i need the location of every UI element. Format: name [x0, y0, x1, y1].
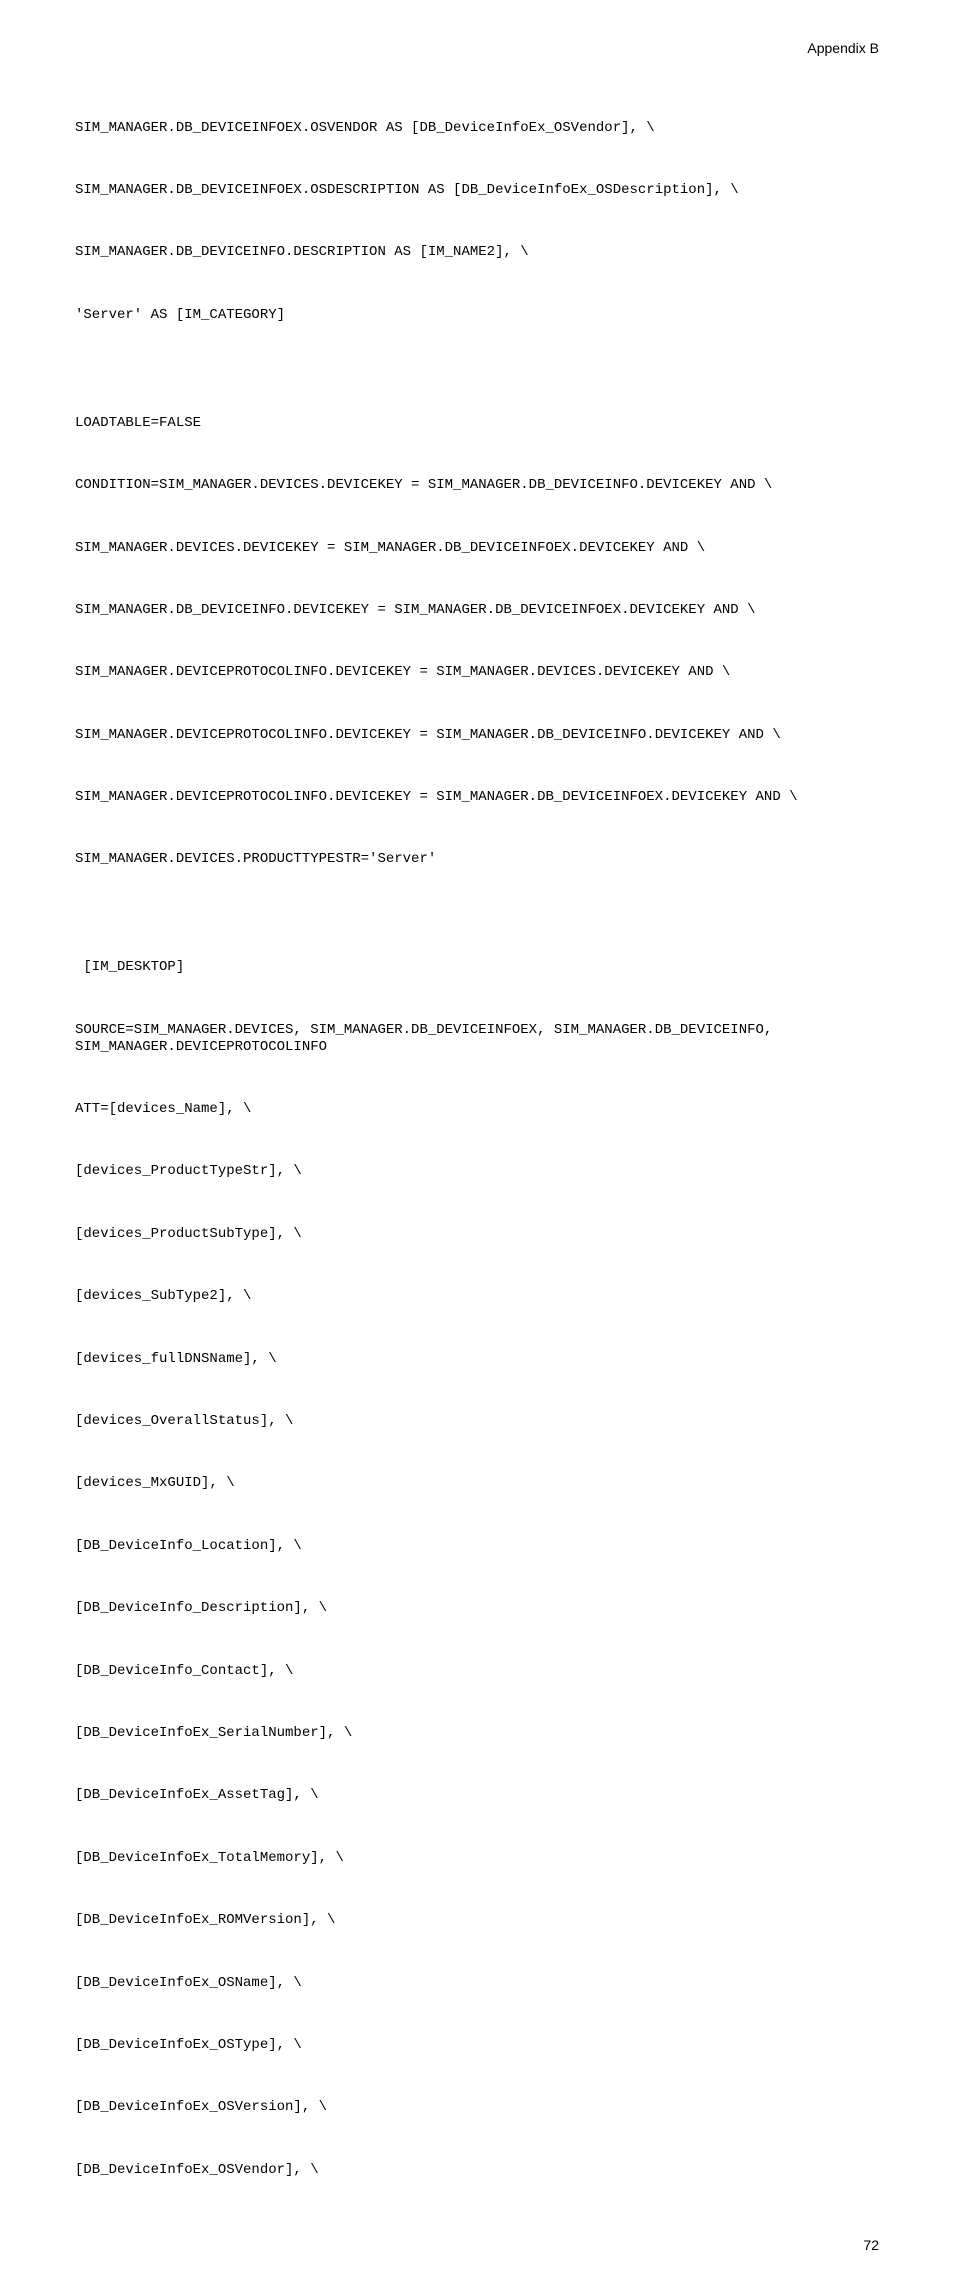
code-line: [DB_DeviceInfoEx_OSVendor], \ — [75, 2162, 879, 2179]
code-line: SIM_MANAGER.DEVICEPROTOCOLINFO.DEVICEKEY… — [75, 664, 879, 681]
page-header: Appendix B — [75, 40, 879, 56]
code-line: [devices_MxGUID], \ — [75, 1475, 879, 1492]
code-line: [DB_DeviceInfo_Location], \ — [75, 1538, 879, 1555]
code-line: 'Server' AS [IM_CATEGORY] — [75, 307, 879, 324]
code-line: [devices_OverallStatus], \ — [75, 1413, 879, 1430]
code-line: [DB_DeviceInfo_Contact], \ — [75, 1663, 879, 1680]
code-line: SIM_MANAGER.DEVICES.PRODUCTTYPESTR='Serv… — [75, 851, 879, 868]
code-line: [DB_DeviceInfoEx_OSName], \ — [75, 1975, 879, 1992]
code-line: SIM_MANAGER.DB_DEVICEINFO.DESCRIPTION AS… — [75, 244, 879, 261]
code-line: SIM_MANAGER.DB_DEVICEINFOEX.OSDESCRIPTIO… — [75, 182, 879, 199]
code-line: [DB_DeviceInfoEx_TotalMemory], \ — [75, 1850, 879, 1867]
code-line: [devices_ProductTypeStr], \ — [75, 1163, 879, 1180]
code-line: [IM_DESKTOP] — [75, 959, 879, 976]
code-line: [DB_DeviceInfoEx_SerialNumber], \ — [75, 1725, 879, 1742]
code-line: SIM_MANAGER.DEVICEPROTOCOLINFO.DEVICEKEY… — [75, 727, 879, 744]
code-line: ATT=[devices_Name], \ — [75, 1101, 879, 1118]
code-line: CONDITION=SIM_MANAGER.DEVICES.DEVICEKEY … — [75, 477, 879, 494]
code-line: [DB_DeviceInfoEx_OSType], \ — [75, 2037, 879, 2054]
code-line: [DB_DeviceInfo_Description], \ — [75, 1600, 879, 1617]
code-line: LOADTABLE=FALSE — [75, 415, 879, 432]
code-line: [DB_DeviceInfoEx_ROMVersion], \ — [75, 1912, 879, 1929]
code-line: SIM_MANAGER.DEVICES.DEVICEKEY = SIM_MANA… — [75, 540, 879, 557]
code-line: [devices_SubType2], \ — [75, 1288, 879, 1305]
code-line: [DB_DeviceInfoEx_AssetTag], \ — [75, 1787, 879, 1804]
code-line: SOURCE=SIM_MANAGER.DEVICES, SIM_MANAGER.… — [75, 1022, 879, 1056]
page-number: 72 — [75, 2237, 879, 2253]
code-line: [devices_ProductSubType], \ — [75, 1226, 879, 1243]
code-line: SIM_MANAGER.DB_DEVICEINFOEX.OSVENDOR AS … — [75, 120, 879, 137]
code-line: SIM_MANAGER.DEVICEPROTOCOLINFO.DEVICEKEY… — [75, 789, 879, 806]
code-line: [DB_DeviceInfoEx_OSVersion], \ — [75, 2099, 879, 2116]
code-line: [devices_fullDNSName], \ — [75, 1351, 879, 1368]
code-content: SIM_MANAGER.DB_DEVICEINFOEX.OSVENDOR AS … — [75, 86, 879, 2207]
code-line: SIM_MANAGER.DB_DEVICEINFO.DEVICEKEY = SI… — [75, 602, 879, 619]
